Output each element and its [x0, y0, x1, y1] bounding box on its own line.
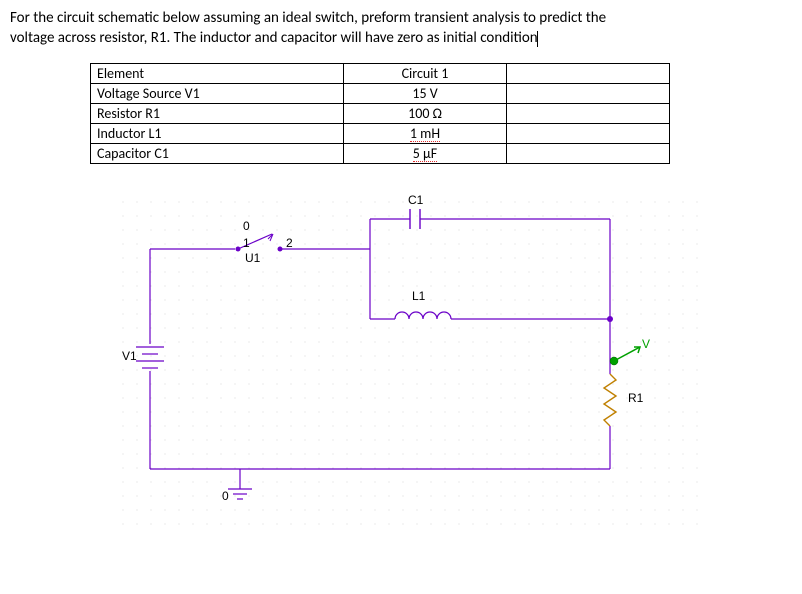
parameter-table: Element Circuit 1 Voltage Source V1 15 V…: [90, 63, 670, 164]
problem-statement: For the circuit schematic below assuming…: [10, 8, 792, 49]
cell-element: Resistor R1: [91, 103, 344, 123]
cell-value: 100 Ω: [344, 103, 507, 123]
text-cursor: [537, 31, 538, 47]
ground-icon: [228, 469, 252, 499]
cell-value: 5 μF: [344, 143, 507, 163]
problem-line2: voltage across resistor, R1. The inducto…: [10, 29, 538, 47]
table-row: Capacitor C1 5 μF: [91, 143, 670, 163]
cell-element: Capacitor C1: [91, 143, 344, 163]
table-header-blank: [507, 63, 670, 83]
table-row: Inductor L1 1 mH: [91, 123, 670, 143]
capacitor-icon: [410, 209, 420, 229]
label-u1: U1: [245, 251, 260, 265]
label-r1: R1: [628, 391, 643, 405]
label-gnd0: 0: [222, 489, 229, 503]
table-header-circuit1: Circuit 1: [344, 63, 507, 83]
label-sw2: 2: [286, 236, 293, 250]
voltage-source-icon: [136, 249, 164, 469]
label-probe-v: V: [642, 337, 650, 351]
cell-value: 15 V: [344, 83, 507, 103]
table-header-element: Element: [91, 63, 344, 83]
table-row: Resistor R1 100 Ω: [91, 103, 670, 123]
table-row: Voltage Source V1 15 V: [91, 83, 670, 103]
label-sw1: 1: [243, 236, 250, 250]
resistor-icon: [604, 374, 616, 426]
schematic-svg: [110, 189, 710, 529]
label-l1: L1: [412, 289, 425, 303]
circuit-schematic: V1 0 1 2 U1 C1 L1 V R1 0: [110, 189, 710, 529]
cell-element: Inductor L1: [91, 123, 344, 143]
inductor-icon: [395, 312, 451, 319]
cell-value: 1 mH: [344, 123, 507, 143]
cell-element: Voltage Source V1: [91, 83, 344, 103]
label-sw0: 0: [243, 219, 250, 233]
problem-line1: For the circuit schematic below assuming…: [10, 9, 606, 27]
label-v1: V1: [122, 349, 137, 363]
voltage-probe-icon: [610, 347, 640, 365]
table-row: Element Circuit 1: [91, 63, 670, 83]
label-c1: C1: [408, 193, 423, 207]
